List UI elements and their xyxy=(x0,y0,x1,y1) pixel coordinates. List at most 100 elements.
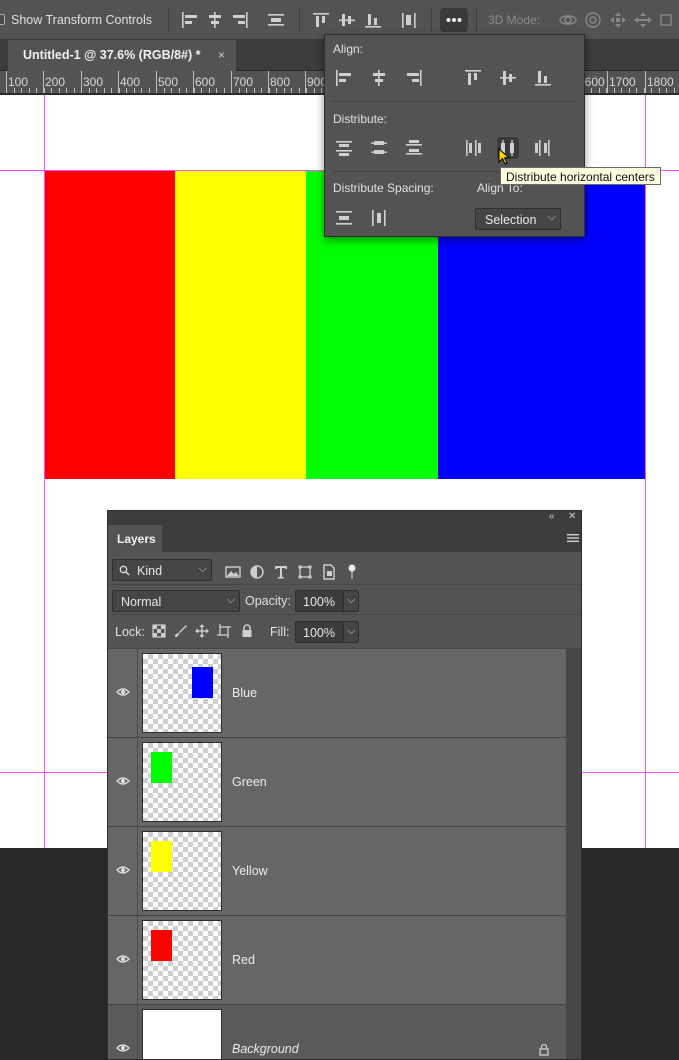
slide-3d-icon[interactable] xyxy=(632,10,654,30)
blend-mode-select[interactable]: Normal ⌵ xyxy=(112,590,240,612)
opacity-input[interactable]: 100% xyxy=(295,590,345,612)
align-bottom-edges-icon[interactable] xyxy=(532,67,554,89)
shape-layer-filter-icon[interactable] xyxy=(296,563,314,581)
document-tab[interactable]: Untitled-1 @ 37.6% (RGB/8#) * × xyxy=(8,40,236,71)
ruler-minor-tick xyxy=(103,88,105,93)
distribute-vertical-centers-icon[interactable] xyxy=(368,137,390,159)
distribute-left-edges-icon[interactable] xyxy=(462,137,484,159)
vertical-guide[interactable] xyxy=(44,95,45,848)
ruler-minor-tick xyxy=(118,88,120,93)
ruler-label: 700 xyxy=(233,75,254,89)
smart-object-filter-icon[interactable] xyxy=(320,563,338,581)
lock-transparent-pixels-icon[interactable] xyxy=(151,623,167,639)
panel-header-bar: « ✕ xyxy=(108,511,581,525)
orbit-3d-icon[interactable] xyxy=(557,10,579,30)
opacity-value: 100% xyxy=(303,595,335,609)
layer-name[interactable]: Yellow xyxy=(232,864,268,878)
ruler-minor-tick xyxy=(58,88,60,93)
lock-image-pixels-icon[interactable] xyxy=(173,623,189,639)
ruler-major-tick xyxy=(607,71,608,93)
ruler-minor-tick xyxy=(216,88,217,93)
adjustment-layer-filter-icon[interactable] xyxy=(248,563,266,581)
align-to-select[interactable]: Selection ⌵ xyxy=(475,208,561,230)
align-bottom-edges-icon[interactable] xyxy=(362,10,384,30)
align-left-edges-icon[interactable] xyxy=(179,10,201,30)
ruler-minor-tick xyxy=(666,88,667,93)
layer-name[interactable]: Red xyxy=(232,953,255,967)
ruler-minor-tick xyxy=(36,88,37,93)
layer-list-scrollbar[interactable] xyxy=(566,649,581,1059)
layer-row-red[interactable]: Red xyxy=(108,916,566,1005)
distribute-top-edges-icon[interactable] xyxy=(333,137,355,159)
pixel-layer-filter-icon[interactable] xyxy=(224,563,242,581)
opacity-dropdown-button[interactable]: ⌵ xyxy=(343,590,359,612)
ruler-label: 600 xyxy=(195,75,216,89)
show-transform-checkbox[interactable] xyxy=(0,14,5,25)
eye-icon[interactable] xyxy=(116,953,130,963)
ruler-minor-tick xyxy=(313,88,315,93)
filter-toggle-icon[interactable] xyxy=(346,563,358,581)
panel-menu-icon[interactable] xyxy=(567,532,579,542)
align-vertical-centers-icon[interactable] xyxy=(497,67,519,89)
mouse-pointer-icon xyxy=(498,147,512,166)
tab-close-icon[interactable]: × xyxy=(218,48,225,62)
distribute-bottom-edges-icon[interactable] xyxy=(403,137,425,159)
ruler-minor-tick xyxy=(673,88,675,93)
ruler-minor-tick xyxy=(156,88,157,93)
eye-icon[interactable] xyxy=(116,864,130,874)
layer-row-green[interactable]: Green xyxy=(108,738,566,827)
document-tab-title: Untitled-1 @ 37.6% (RGB/8#) * xyxy=(23,48,201,62)
eye-icon[interactable] xyxy=(116,1042,130,1052)
align-right-edges-icon[interactable] xyxy=(403,67,425,89)
vertical-guide[interactable] xyxy=(645,95,646,848)
eye-icon[interactable] xyxy=(116,775,130,785)
visibility-column xyxy=(108,649,138,738)
toolbar-separator xyxy=(476,8,477,32)
layers-panel: « ✕ Layers Kind ⌵ Normal ⌵ Opacity: 100%… xyxy=(107,510,582,1060)
layer-name[interactable]: Green xyxy=(232,775,267,789)
scale-3d-icon[interactable] xyxy=(657,10,679,30)
align-top-edges-icon[interactable] xyxy=(310,10,332,30)
align-horizontal-centers-icon[interactable] xyxy=(204,10,226,30)
eye-icon[interactable] xyxy=(116,686,130,696)
ruler-minor-tick xyxy=(643,88,645,93)
roll-3d-icon[interactable] xyxy=(582,10,604,30)
type-layer-filter-icon[interactable] xyxy=(272,563,290,581)
tab-layers[interactable]: Layers xyxy=(108,525,162,552)
align-top-edges-icon[interactable] xyxy=(462,67,484,89)
fill-dropdown-button[interactable]: ⌵ xyxy=(343,621,359,643)
collapse-panel-icon[interactable]: « xyxy=(549,511,555,522)
layer-thumbnail-swatch xyxy=(151,930,172,961)
layer-row-blue[interactable]: Blue xyxy=(108,649,566,738)
layer-row-background[interactable]: Background xyxy=(108,1005,566,1059)
layer-name[interactable]: Background xyxy=(232,1042,299,1056)
tooltip: Distribute horizontal centers xyxy=(500,167,661,185)
ruler-minor-tick xyxy=(628,88,630,93)
pan-3d-icon[interactable] xyxy=(607,10,629,30)
more-options-button[interactable] xyxy=(440,8,468,32)
lock-position-icon[interactable] xyxy=(194,623,210,639)
distribute-horizontal-spacing-icon[interactable] xyxy=(398,10,420,30)
align-options-popup: Align: Distribute: Distribute Spacing: A… xyxy=(324,34,585,237)
distribute-horizontal-spacing-icon[interactable] xyxy=(368,207,390,229)
layer-name[interactable]: Blue xyxy=(232,686,257,700)
layer-row-yellow[interactable]: Yellow xyxy=(108,827,566,916)
color-bar-yellow[interactable] xyxy=(175,171,306,479)
ruler-label: 500 xyxy=(158,75,179,89)
align-horizontal-centers-icon[interactable] xyxy=(368,67,390,89)
close-panel-icon[interactable]: ✕ xyxy=(568,511,576,522)
distribute-vertical-spacing-icon[interactable] xyxy=(265,10,287,30)
align-left-edges-icon[interactable] xyxy=(333,67,355,89)
ruler-minor-tick xyxy=(223,88,225,93)
kind-filter-select[interactable]: Kind ⌵ xyxy=(112,559,212,581)
lock-artboard-icon[interactable] xyxy=(216,623,232,639)
align-vertical-centers-icon[interactable] xyxy=(336,10,358,30)
fill-input[interactable]: 100% xyxy=(295,621,345,643)
distribute-right-edges-icon[interactable] xyxy=(532,137,554,159)
tab-layers-label: Layers xyxy=(117,532,156,546)
color-bar-red[interactable] xyxy=(44,171,175,479)
distribute-vertical-spacing-icon[interactable] xyxy=(333,207,355,229)
lock-all-icon[interactable] xyxy=(239,623,255,639)
align-right-edges-icon[interactable] xyxy=(229,10,251,30)
ruler-minor-tick xyxy=(606,88,607,93)
